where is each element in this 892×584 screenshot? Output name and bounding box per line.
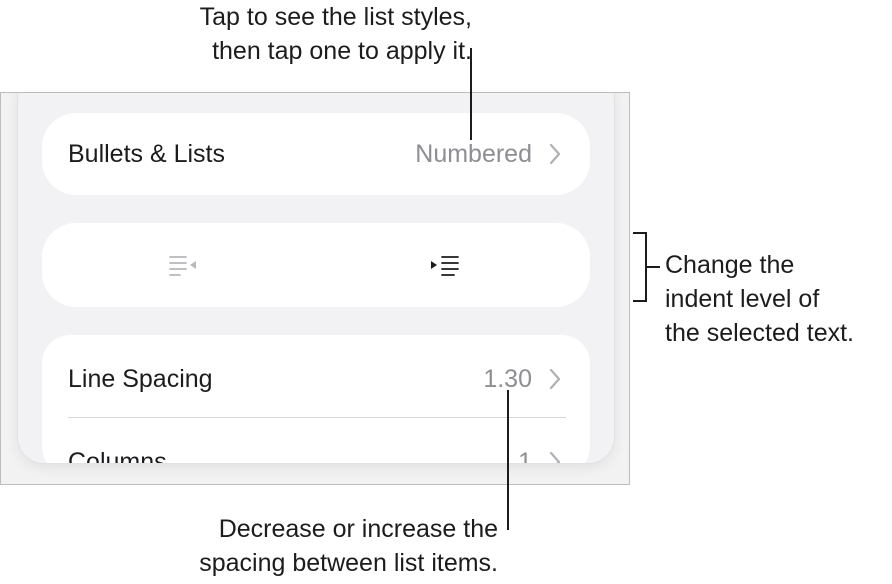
- bullets-lists-label: Bullets & Lists: [68, 140, 226, 168]
- indent-control-row: [42, 223, 590, 307]
- row-divider: [68, 417, 566, 418]
- bullets-lists-row[interactable]: Bullets & Lists Numbered: [42, 113, 590, 195]
- callout-text: Tap to see the list styles,: [199, 3, 472, 31]
- outdent-button[interactable]: [166, 251, 202, 281]
- chevron-right-icon: [549, 368, 561, 390]
- format-panel: Bullets & Lists Numbered Line Spacing 1.…: [18, 93, 614, 463]
- bracket-bottom-tick: [633, 300, 647, 302]
- bracket-top-tick: [633, 232, 647, 234]
- callout-text: Change the: [665, 251, 795, 279]
- callout-text: Decrease or increase the: [218, 515, 498, 543]
- callout-text: then tap one to apply it.: [212, 37, 472, 65]
- callout-line-spacing: Decrease or increase the spacing between…: [199, 512, 498, 580]
- outdent-icon: [169, 256, 196, 276]
- indent-icon: [431, 256, 459, 276]
- leader-line-bottom: [507, 390, 509, 530]
- screenshot-frame: Bullets & Lists Numbered Line Spacing 1.…: [0, 92, 630, 485]
- callout-text: spacing between list items.: [199, 549, 498, 577]
- columns-value: 1: [518, 448, 532, 463]
- bracket-leader: [646, 266, 660, 268]
- chevron-right-icon: [549, 143, 561, 165]
- chevron-right-icon: [549, 451, 561, 463]
- callout-indent-level: Change the indent level of the selected …: [665, 248, 854, 350]
- callout-text: the selected text.: [665, 319, 855, 347]
- line-spacing-label: Line Spacing: [68, 365, 213, 393]
- callout-text: indent level of: [665, 285, 820, 313]
- columns-label: Columns: [68, 448, 167, 463]
- leader-line-top: [470, 48, 472, 140]
- bullets-lists-value: Numbered: [415, 140, 532, 168]
- indent-button[interactable]: [426, 251, 462, 281]
- callout-list-styles: Tap to see the list styles, then tap one…: [200, 0, 472, 68]
